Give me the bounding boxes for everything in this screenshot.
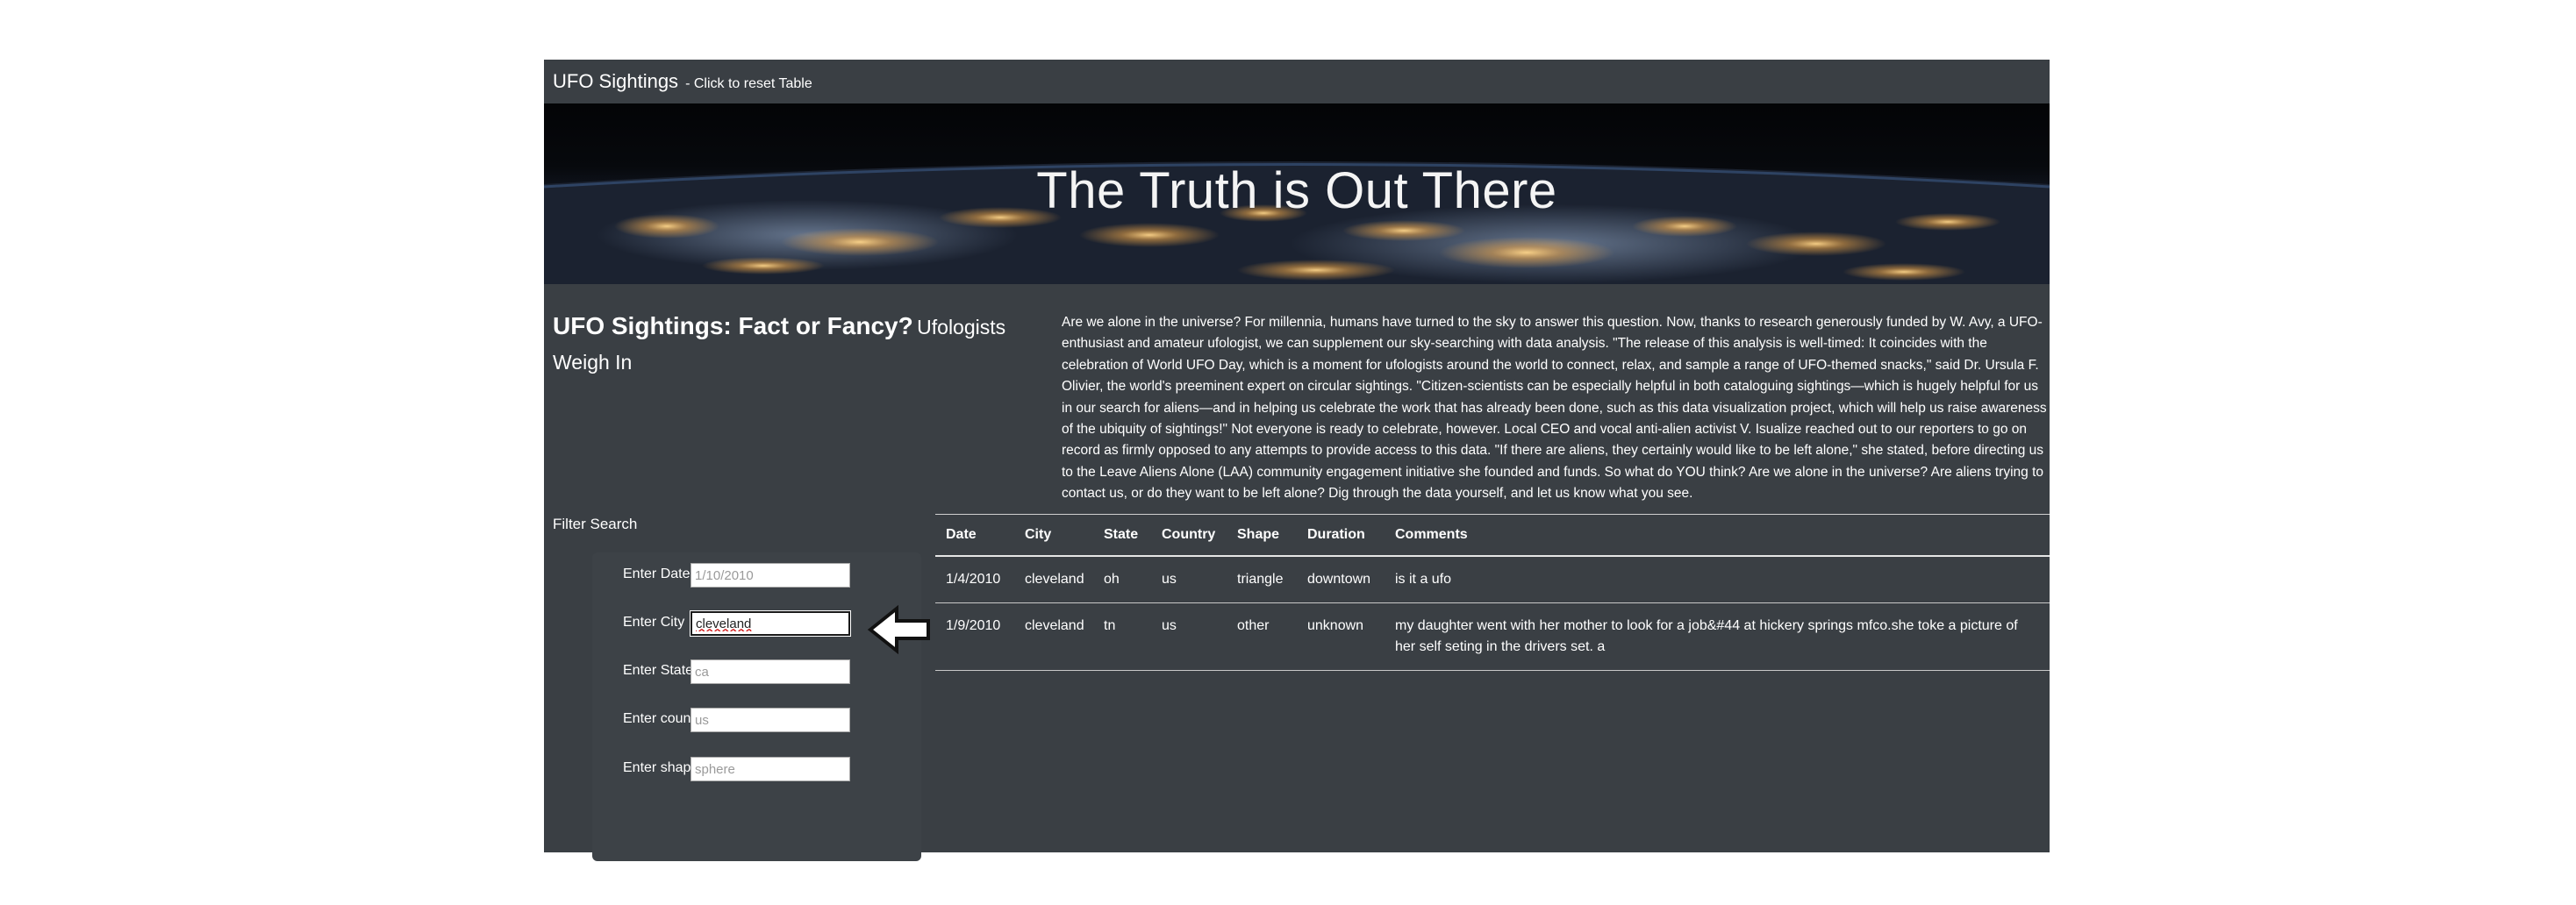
column-header-comments: Comments: [1385, 515, 2050, 557]
article-body: Are we alone in the universe? For millen…: [1062, 315, 2047, 502]
cell-duration: downtown: [1297, 556, 1385, 603]
filter-row-shape: Enter shape: [592, 752, 921, 787]
filter-form: Enter Date Enter City Enter State Enter …: [592, 552, 921, 861]
table-row: 1/4/2010 cleveland oh us triangle downto…: [935, 556, 2050, 603]
state-label: Enter State: [623, 663, 694, 678]
hero-banner: The Truth is Out There: [544, 103, 2050, 284]
cell-state: oh: [1093, 556, 1151, 603]
cell-country: us: [1151, 556, 1227, 603]
cell-shape: triangle: [1227, 556, 1297, 603]
cell-comments: my daughter went with her mother to look…: [1385, 602, 2050, 671]
filter-row-date: Enter Date: [592, 558, 921, 593]
date-label: Enter Date: [623, 567, 691, 581]
column-header-shape: Shape: [1227, 515, 1297, 557]
column-header-city: City: [1014, 515, 1093, 557]
ufo-table: Date City State Country Shape Duration C…: [935, 515, 2050, 671]
table-header-row: Date City State Country Shape Duration C…: [935, 515, 2050, 557]
cell-duration: unknown: [1297, 602, 1385, 671]
filter-search-title: Filter Search: [553, 516, 638, 532]
city-label: Enter City: [623, 615, 685, 630]
column-header-date: Date: [935, 515, 1014, 557]
cell-date: 1/9/2010: [935, 602, 1014, 671]
cell-city: cleveland: [1014, 556, 1093, 603]
navbar-subtitle: - Click to reset Table: [685, 76, 812, 91]
cell-date: 1/4/2010: [935, 556, 1014, 603]
column-header-duration: Duration: [1297, 515, 1385, 557]
filter-row-state: Enter State: [592, 654, 921, 689]
page: UFO Sightings - Click to reset Table The…: [544, 60, 2050, 861]
reset-table-link[interactable]: UFO Sightings - Click to reset Table: [553, 70, 812, 93]
country-input[interactable]: [691, 708, 850, 732]
shape-label: Enter shape: [623, 760, 699, 775]
article-headline: UFO Sightings: Fact or Fancy? Ufologists…: [553, 310, 1027, 381]
cell-state: tn: [1093, 602, 1151, 671]
cell-comments: is it a ufo: [1385, 556, 2050, 603]
cell-shape: other: [1227, 602, 1297, 671]
navbar: UFO Sightings - Click to reset Table: [544, 60, 2050, 103]
date-input[interactable]: [691, 563, 850, 588]
filter-row-country: Enter country: [592, 702, 921, 738]
navbar-title: UFO Sightings: [553, 70, 679, 92]
cell-country: us: [1151, 602, 1227, 671]
shape-input[interactable]: [691, 757, 850, 781]
cell-city: cleveland: [1014, 602, 1093, 671]
column-header-state: State: [1093, 515, 1151, 557]
headline-main: UFO Sightings: Fact or Fancy?: [553, 312, 913, 339]
state-input[interactable]: [691, 659, 850, 684]
city-input[interactable]: [690, 610, 851, 637]
table-row: 1/9/2010 cleveland tn us other unknown m…: [935, 602, 2050, 671]
column-header-country: Country: [1151, 515, 1227, 557]
arrow-left-icon: [867, 605, 930, 654]
hero-title: The Truth is Out There: [1036, 162, 1557, 219]
